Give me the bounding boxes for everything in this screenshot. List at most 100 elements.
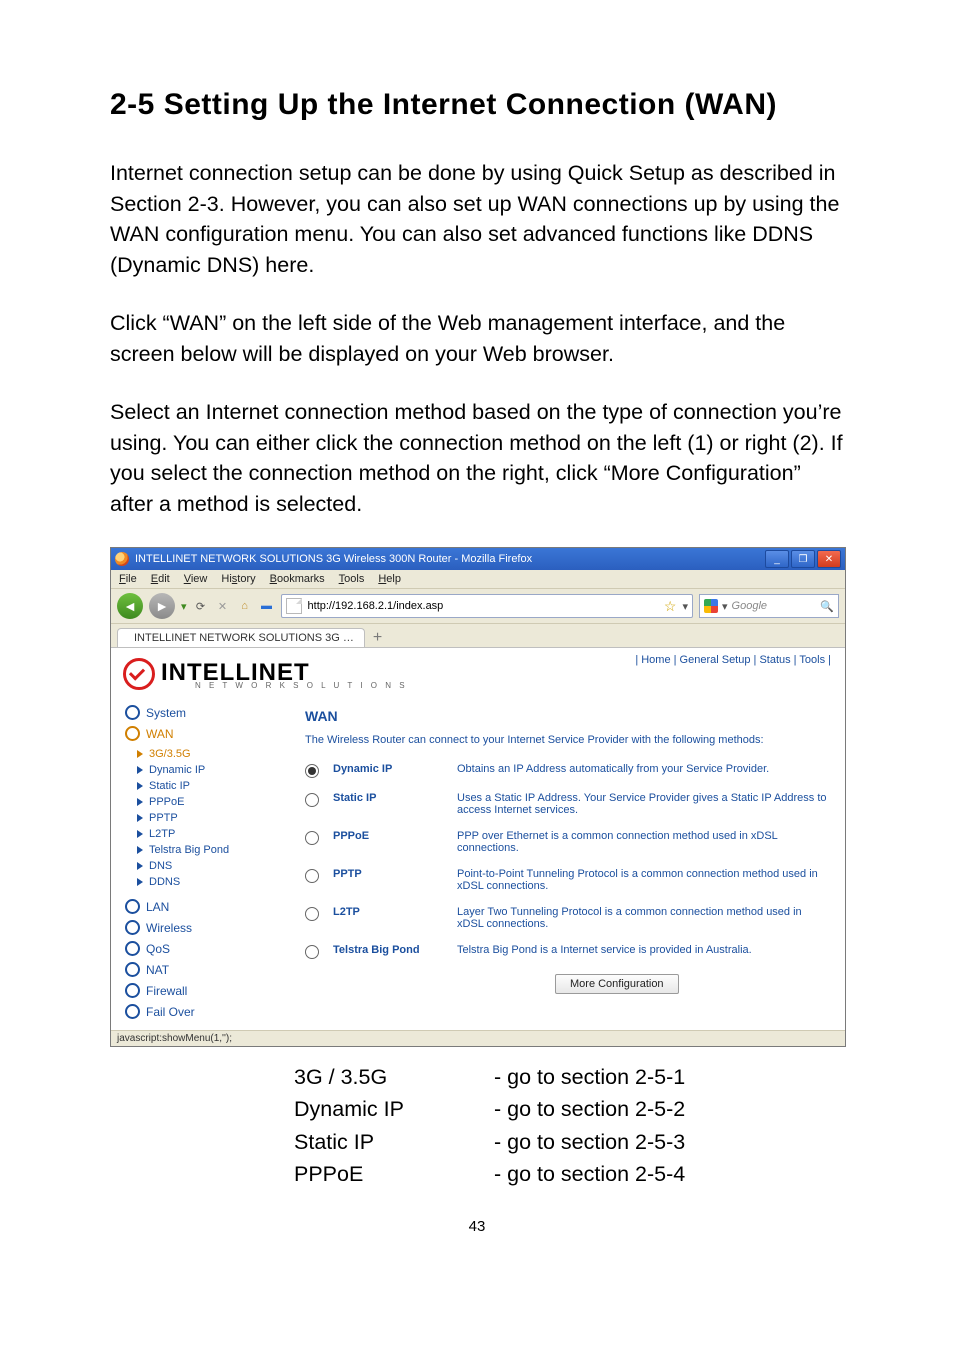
sidebar-item-qos[interactable]: QoS [125, 938, 287, 959]
option-description: PPP over Ethernet is a common connection… [457, 830, 827, 854]
window-title: INTELLINET NETWORK SOLUTIONS 3G Wireless… [135, 553, 532, 565]
sidebar-subitem-l2tp[interactable]: L2TP [125, 826, 287, 842]
top-links[interactable]: | Home | General Setup | Status | Tools … [635, 654, 831, 666]
forward-button[interactable]: ► [149, 593, 175, 619]
tab-strip: INTELLINET NETWORK SOLUTIONS 3G … + [111, 624, 845, 648]
sidebar-item-system[interactable]: System [125, 702, 287, 723]
sidebar-item-nat[interactable]: NAT [125, 959, 287, 980]
ref-row: 3G / 3.5G- go to section 2-5-1 [294, 1061, 844, 1093]
window-controls: _ ❐ ✕ [765, 550, 841, 568]
ref-name: PPPoE [294, 1158, 494, 1190]
page-number: 43 [110, 1218, 844, 1235]
radio-icon[interactable] [305, 907, 319, 921]
sidebar-item-label: Static IP [149, 780, 190, 792]
wan-option-l2tp[interactable]: L2TP Layer Two Tunneling Protocol is a co… [305, 899, 827, 937]
sidebar-item-label: Fail Over [146, 1005, 195, 1019]
radio-icon[interactable] [305, 831, 319, 845]
browser-screenshot: INTELLINET NETWORK SOLUTIONS 3G Wireless… [110, 547, 846, 1047]
wan-option-pptp[interactable]: PPTPPoint-to-Point Tunneling Protocol is… [305, 861, 827, 899]
address-bar[interactable]: http://192.168.2.1/index.asp ☆ ▾ [281, 594, 693, 618]
radio-icon[interactable] [305, 945, 319, 959]
page-heading: 2-5 Setting Up the Internet Connection (… [110, 88, 844, 122]
sidebar-subitem-telstra-big-pond[interactable]: Telstra Big Pond [125, 842, 287, 858]
triangle-icon [137, 830, 143, 838]
option-description: Point-to-Point Tunneling Protocol is a c… [457, 868, 827, 892]
ref-name: Dynamic IP [294, 1093, 494, 1125]
search-icon[interactable]: 🔍 [820, 600, 834, 613]
option-label: Static IP [333, 792, 443, 804]
triangle-icon [137, 814, 143, 822]
browser-toolbar: ◄ ► ▾ ⟳ ✕ ⌂ ▬ http://192.168.2.1/index.a… [111, 589, 845, 624]
sidebar-item-fail-over[interactable]: Fail Over [125, 1001, 287, 1022]
sidebar-subitem-static-ip[interactable]: Static IP [125, 778, 287, 794]
menu-tools[interactable]: Tools [339, 573, 365, 585]
wan-option-pppoe[interactable]: PPPoEPPP over Ethernet is a common conne… [305, 823, 827, 861]
wan-option-dynamic-ip[interactable]: Dynamic IP Obtains an IP Address automati… [305, 756, 827, 785]
reload-icon[interactable]: ⟳ [193, 598, 209, 614]
option-description: Obtains an IP Address automatically from… [457, 763, 827, 775]
gear-icon [125, 983, 140, 998]
bookmark-icon[interactable]: ▬ [259, 598, 275, 614]
url-dropdown-icon[interactable]: ▾ [682, 600, 688, 613]
google-icon [704, 599, 718, 613]
sidebar-item-wireless[interactable]: Wireless [125, 917, 287, 938]
triangle-icon [137, 862, 143, 870]
minimize-button[interactable]: _ [765, 550, 789, 568]
gear-icon [125, 920, 140, 935]
menu-view[interactable]: View [184, 573, 208, 585]
ref-row: PPPoE- go to section 2-5-4 [294, 1158, 844, 1190]
maximize-button[interactable]: ❐ [791, 550, 815, 568]
menu-help[interactable]: Help [378, 573, 401, 585]
sidebar-item-label: LAN [146, 900, 169, 914]
radio-icon[interactable] [305, 764, 319, 778]
favorite-star-icon[interactable]: ☆ [664, 598, 677, 615]
triangle-icon [137, 766, 143, 774]
sidebar-item-label: QoS [146, 942, 170, 956]
sidebar-item-label: DNS [149, 860, 172, 872]
option-label: Dynamic IP [333, 763, 443, 775]
more-configuration-button[interactable]: More Configuration [555, 974, 679, 994]
sidebar-subitem-dynamic-ip[interactable]: Dynamic IP [125, 762, 287, 778]
sidebar-subitem-pptp[interactable]: PPTP [125, 810, 287, 826]
menu-history[interactable]: History [221, 573, 255, 585]
home-icon[interactable]: ⌂ [237, 598, 253, 614]
browser-tab[interactable]: INTELLINET NETWORK SOLUTIONS 3G … [117, 628, 365, 647]
sidebar-item-label: NAT [146, 963, 169, 977]
menu-edit[interactable]: Edit [151, 573, 170, 585]
triangle-icon [137, 782, 143, 790]
wan-option-static-ip[interactable]: Static IP Uses a Static IP Address. Your … [305, 785, 827, 823]
gear-icon [125, 705, 140, 720]
stop-icon[interactable]: ✕ [215, 598, 231, 614]
gear-icon [125, 899, 140, 914]
sidebar-subitem-dns[interactable]: DNS [125, 858, 287, 874]
sidebar-item-label: PPTP [149, 812, 178, 824]
radio-icon[interactable] [305, 869, 319, 883]
history-dropdown-icon[interactable]: ▾ [181, 600, 187, 613]
browser-menubar: File Edit View History Bookmarks Tools H… [111, 570, 845, 589]
back-button[interactable]: ◄ [117, 593, 143, 619]
brand-subtitle: N E T W O R K S O L U T I O N S [195, 681, 408, 690]
sidebar-item-lan[interactable]: LAN [125, 896, 287, 917]
search-box[interactable]: ▾ Google 🔍 [699, 594, 839, 618]
wan-option-telstra-big-pond[interactable]: Telstra Big PondTelstra Big Pond is a In… [305, 937, 827, 966]
sidebar-item-firewall[interactable]: Firewall [125, 980, 287, 1001]
option-description: Uses a Static IP Address. Your Service P… [457, 792, 827, 816]
sidebar-subitem-pppoe[interactable]: PPPoE [125, 794, 287, 810]
gear-icon [125, 962, 140, 977]
new-tab-button[interactable]: + [367, 629, 388, 647]
gear-icon [125, 726, 140, 741]
sidebar-item-wan[interactable]: WAN [125, 723, 287, 744]
option-description: Layer Two Tunneling Protocol is a common… [457, 906, 827, 930]
menu-file[interactable]: File [119, 573, 137, 585]
router-sidebar: SystemWAN 3G/3.5GDynamic IP Static IP PPPoE… [111, 694, 287, 1030]
close-button[interactable]: ✕ [817, 550, 841, 568]
sidebar-item-label: Telstra Big Pond [149, 844, 229, 856]
menu-bookmarks[interactable]: Bookmarks [270, 573, 325, 585]
radio-icon[interactable] [305, 793, 319, 807]
sidebar-subitem-ddns[interactable]: DDNS [125, 874, 287, 890]
section-reference-list: 3G / 3.5G- go to section 2-5-1Dynamic IP… [294, 1061, 844, 1190]
option-label: L2TP [333, 906, 443, 918]
wan-title: WAN [305, 708, 827, 724]
sidebar-subitem-3g-3-5g[interactable]: 3G/3.5G [125, 746, 287, 762]
browser-status-bar: javascript:showMenu(1,''); [111, 1030, 845, 1046]
